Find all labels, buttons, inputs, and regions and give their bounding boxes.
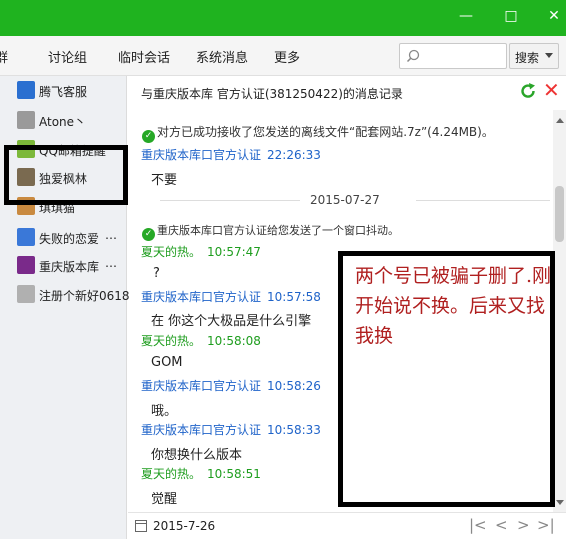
message-header: 重庆版本库口官方认证 22:26:33 [141, 146, 321, 163]
message-header: 重庆版本库口官方认证 10:57:58 [141, 288, 321, 305]
check-icon: ✓ [142, 228, 155, 241]
next-page-button[interactable]: > [517, 516, 530, 534]
sender-name: 夏天的热。 [141, 467, 202, 481]
message-text: 哦。 [151, 404, 178, 419]
maximize-button[interactable]: □ [500, 6, 522, 26]
first-page-button[interactable]: |< [469, 516, 487, 534]
history-date[interactable]: 2015-7-26 [153, 519, 215, 533]
sender-name: 重庆版本库口官方认证 [141, 423, 262, 437]
timestamp: 10:58:08 [207, 334, 261, 348]
contact-item-active[interactable]: 重庆版本库 … [17, 254, 125, 278]
refresh-icon[interactable] [519, 82, 537, 100]
minimize-button[interactable]: — [455, 6, 477, 26]
contact-item-selected[interactable]: 失败的恋爱 … [17, 226, 125, 250]
message-header: 夏天的热。 10:57:47 [141, 243, 261, 260]
scroll-up-arrow-icon[interactable] [556, 118, 564, 123]
chat-header: 与重庆版本库 官方认证(381250422)的消息记录 [128, 76, 566, 110]
page-title: 与重庆版本库 官方认证(381250422)的消息记录 [141, 87, 403, 101]
shake-notice: ✓ 重庆版本库口官方认证给您发送了一个窗口抖动。 [142, 222, 399, 241]
search-icon [406, 49, 420, 63]
title-bar: — □ ✕ [0, 0, 566, 36]
message-text: ? [153, 266, 160, 281]
contact-item[interactable]: 注册个新好0618 [17, 283, 130, 307]
scrollbar-thumb[interactable] [555, 186, 564, 242]
timestamp: 10:57:47 [207, 245, 261, 259]
avatar-icon [17, 256, 35, 274]
message-text: 不要 [151, 173, 178, 188]
message-text: 你想换什么版本 [151, 448, 243, 463]
contact-name: 失败的恋爱 [39, 232, 100, 246]
contact-item[interactable]: 腾飞客服 [17, 79, 125, 103]
search-button[interactable]: 搜索 [509, 43, 559, 69]
annotation-box: 两个号已被骗子删了.刚开始说不换。后来又找我换 [338, 251, 555, 507]
tab-discussion[interactable]: 讨论组 [48, 47, 87, 66]
message-text: 觉醒 [151, 492, 178, 507]
timestamp: 10:58:33 [267, 423, 321, 437]
sender-name: 夏天的热。 [141, 245, 202, 259]
history-footer: 2015-7-26 |< < > >| [128, 512, 566, 539]
message-header: 重庆版本库口官方认证 10:58:26 [141, 377, 321, 394]
message-text: GOM [151, 355, 183, 370]
message-header: 夏天的热。 10:58:51 [141, 465, 261, 482]
prev-page-button[interactable]: < [495, 516, 508, 534]
calendar-icon[interactable] [135, 520, 147, 532]
highlight-box [4, 145, 128, 205]
sender-name: 重庆版本库口官方认证 [141, 290, 262, 304]
scroll-down-arrow-icon[interactable] [556, 500, 564, 505]
contact-name: Atone丶 [39, 115, 87, 129]
check-icon: ✓ [142, 130, 155, 143]
more-indicator: … [105, 228, 117, 242]
contact-name: 注册个新好0618 [39, 289, 130, 303]
chevron-down-icon[interactable] [545, 53, 553, 58]
tab-more[interactable]: 更多 [274, 47, 300, 66]
tab-system-msg[interactable]: 系统消息 [196, 47, 248, 66]
message-header: 夏天的热。 10:58:08 [141, 332, 261, 349]
message-text: 在 你这个大极品是什么引擎 [151, 314, 312, 329]
message-header: 重庆版本库口官方认证 10:58:33 [141, 421, 321, 438]
close-window-button[interactable]: ✕ [543, 6, 565, 26]
timestamp: 22:26:33 [267, 148, 321, 162]
file-notice: ✓ 对方已成功接收了您发送的离线文件“配套网站.7z”(4.24MB)。 [142, 123, 494, 143]
tab-bar: 群 讨论组 临时会话 系统消息 更多 搜索 [0, 36, 566, 76]
more-indicator: … [105, 256, 117, 270]
tab-group[interactable]: 群 [0, 47, 8, 66]
avatar-icon [17, 228, 35, 246]
contact-item[interactable]: Atone丶 [17, 109, 125, 133]
user-photo-icon [17, 285, 35, 303]
sender-name: 重庆版本库口官方认证 [141, 148, 262, 162]
contact-name: 重庆版本库 [39, 260, 100, 274]
last-page-button[interactable]: >| [537, 516, 555, 534]
search-input[interactable] [424, 47, 504, 65]
contact-name: 腾飞客服 [39, 85, 88, 99]
tengfei-logo-icon [17, 81, 35, 99]
date-separator: 2015-07-27 [160, 193, 550, 207]
close-icon[interactable]: ✕ [543, 80, 560, 100]
user-photo-icon [17, 111, 35, 129]
search-field[interactable] [399, 43, 507, 69]
timestamp: 10:57:58 [267, 290, 321, 304]
sender-name: 夏天的热。 [141, 334, 202, 348]
search-button-label: 搜索 [515, 51, 540, 65]
sender-name: 重庆版本库口官方认证 [141, 379, 262, 393]
timestamp: 10:58:26 [267, 379, 321, 393]
tab-temp-chat[interactable]: 临时会话 [118, 47, 170, 66]
annotation-text: 两个号已被骗子删了.刚开始说不换。后来又找我换 [355, 265, 552, 347]
timestamp: 10:58:51 [207, 467, 261, 481]
